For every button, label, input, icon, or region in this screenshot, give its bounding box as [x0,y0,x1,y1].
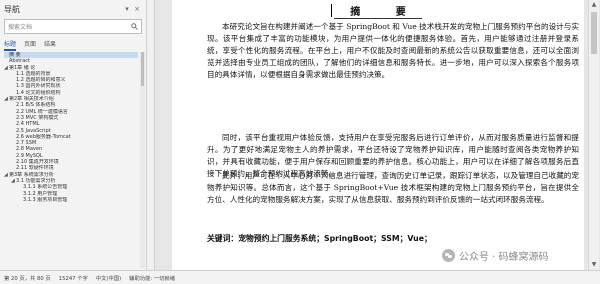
nav-tree-item-label: 3.1 功能需求分析 [16,177,56,184]
nav-tree-item-label: 2.1 B/S 体系结构 [16,102,56,109]
watermark: 公众号 · 码蜂窝源码 [440,247,551,263]
abstract-title-text: 摘 要 [334,7,422,19]
document-area: 摘 要 本研究论文旨在构建并阐述一个基于 SpringBoot 和 Vue 技术… [147,0,600,270]
nav-tree-item-label: 3.1.3 服务项目管理 [23,196,68,203]
nav-tree-container: 摘 要 Abstract ◢第1章 绪 论 1.1 选题的背景 1.2 选题的目的和意义… [0,52,146,270]
nav-tree-item-label: 2.3 MVC 架构模式 [16,114,59,121]
nav-tree-item-label: 1.3 国内外研究现状 [16,83,61,90]
close-icon[interactable]: × [132,5,142,13]
nav-tree-item-label: 2.11 软硬件环境 [16,165,54,172]
nav-tree-item-label: 2.2 UML 统一建模语言 [16,108,68,115]
nav-title: 导航 [4,4,20,14]
nav-tree-item-label: 1.1 选题的背景 [16,70,51,77]
nav-scrollbar[interactable] [140,52,145,268]
nav-header: 导航 ▾ × [0,0,146,18]
tab-pages[interactable]: 页面 [24,39,36,51]
text-cursor [331,4,332,17]
status-accessibility[interactable]: 辅助功能: 一切就绪 [125,274,179,282]
keywords-value: 宠物预约上门服务系统；SpringBoot；SSM；Vue； [238,234,432,243]
keywords-label: 关键词： [207,234,239,243]
scroll-down-icon[interactable]: ▼ [589,260,599,270]
status-bar: 第 20 页，共 80 页 15247 个字 中文(中国) 辅助功能: 一切就绪 [0,270,600,284]
document-page[interactable]: 摘 要 本研究论文旨在构建并阐述一个基于 SpringBoot 和 Vue 技术… [172,0,584,270]
nav-tree: 摘 要 Abstract ◢第1章 绪 论 1.1 选题的背景 1.2 选题的目的和意义… [4,52,138,203]
tab-headings[interactable]: 标题 [4,39,17,51]
watermark-text: 公众号 · 码蜂窝源码 [459,251,549,263]
tab-results[interactable]: 结果 [44,39,56,51]
status-page[interactable]: 第 20 页，共 80 页 [0,274,55,282]
abstract-paragraph-3: 此外，用户可在个人中心对个人信息进行管理，查询历史订单记录，跟踪订单状态，以及管… [207,171,579,204]
search-icon[interactable] [131,23,138,30]
chevron-down-icon[interactable]: ▾ [122,5,132,13]
nav-tabs: 标题 页面 结果 [0,35,146,53]
nav-search-input[interactable]: 搜索文档 [4,19,142,34]
navigation-pane: 导航 ▾ × 搜索文档 标题 页面 结果 摘 要 Abstract ◢第1章 绪 论… [0,0,147,270]
vertical-ruler [147,0,155,270]
abstract-title: 摘 要 [172,3,584,19]
nav-tree-item-label: 2.4 HTML [16,121,40,128]
status-language[interactable]: 中文(中国) [92,274,125,282]
nav-tree-item-label: 第2章 相关技术介绍 [9,96,54,103]
nav-tree-item-label: 1.4 论文的组织结构 [16,89,61,96]
nav-tree-item-label: 2.5 JavaScript [16,127,51,134]
nav-search-placeholder: 搜索文档 [8,24,33,31]
nav-tree-item-label: 摘 要 [9,52,21,58]
status-words[interactable]: 15247 个字 [55,274,92,282]
nav-tree-item-label: 2.10 集成开发环境 [16,159,59,166]
nav-tree-item-label: 第1章 绪 论 [9,64,36,71]
scroll-up-icon[interactable]: ▲ [589,0,599,10]
wechat-icon [442,248,455,262]
nav-tree-item-label: 2.6 web服务器-Tomcat [16,133,71,140]
abstract-paragraph-1: 本研究论文旨在构建并阐述一个基于 SpringBoot 和 Vue 技术栈开发的… [207,22,579,79]
nav-scrollbar-thumb[interactable] [141,52,144,86]
nav-tree-item-label: Abstract [9,58,30,65]
nav-tree-item-label: 3.1.1 系统公告管理 [23,184,68,191]
nav-tree-item-label: 第3章 系统需求分析 [9,171,54,178]
nav-tree-item-label: 2.9 MySQL [16,152,43,159]
document-scrollbar[interactable]: ▲ ▼ [588,0,599,270]
document-scrollbar-thumb[interactable] [591,12,597,54]
keywords-line: 关键词：宠物预约上门服务系统；SpringBoot；SSM；Vue； [207,233,432,244]
nav-tree-item-label: 3.1.2 用户管理 [23,190,58,197]
nav-tree-item-label: 1.2 选题的目的和意义 [16,77,66,84]
nav-tree-item-label: 2.7 SSM [16,140,37,147]
nav-tree-item-label: 2.8 Maven [16,146,43,153]
nav-tree-item[interactable]: 3.1.3 服务项目管理 [4,197,138,203]
